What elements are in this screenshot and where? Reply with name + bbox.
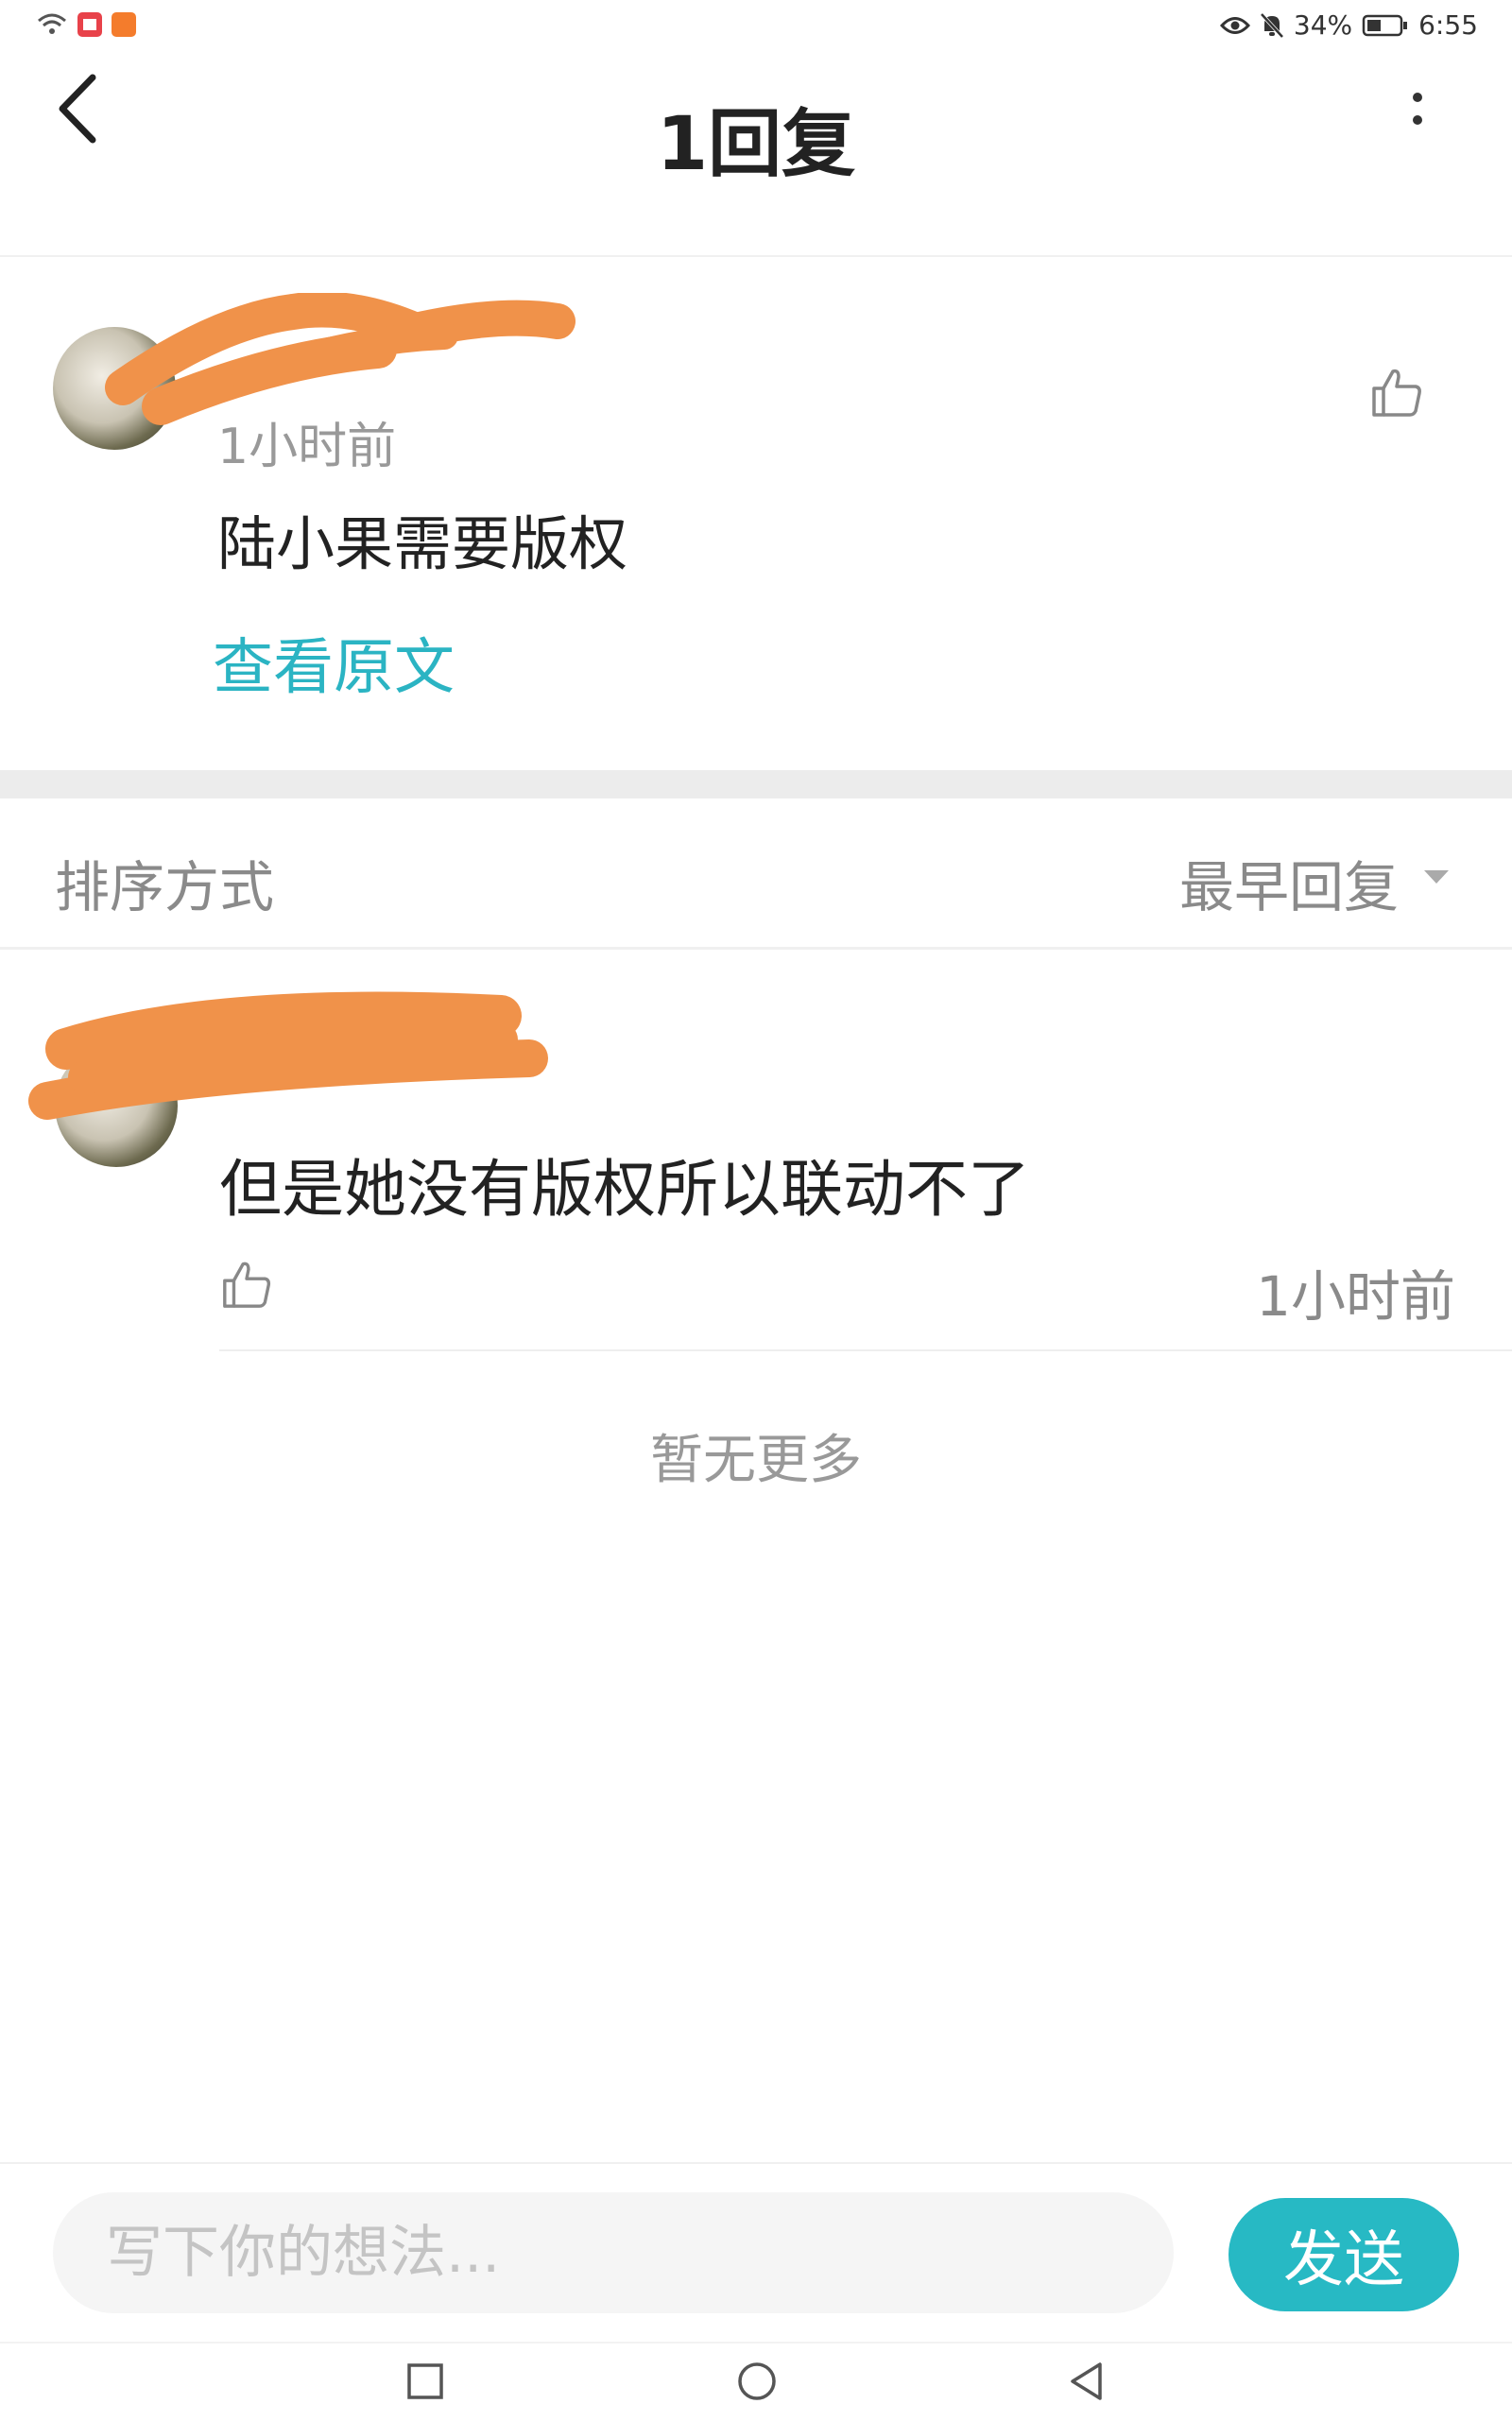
recent-apps-icon[interactable] <box>406 2362 444 2400</box>
thumbs-up-icon[interactable] <box>219 1257 274 1312</box>
page-title: 1回复 <box>656 102 856 187</box>
eye-icon <box>1219 16 1250 34</box>
thumbs-up-icon[interactable] <box>1368 364 1425 421</box>
no-more-text: 暂无更多 <box>650 1430 862 1491</box>
comment-input[interactable] <box>53 2192 1174 2313</box>
status-left-icons <box>36 11 136 38</box>
bell-off-icon <box>1260 12 1284 38</box>
battery-percent: 34% <box>1293 9 1353 41</box>
sort-selector[interactable]: 最早回复 <box>1179 843 1399 922</box>
section-divider <box>0 770 1512 798</box>
divider <box>219 1349 1512 1351</box>
caret-down-icon[interactable] <box>1422 867 1451 886</box>
wifi-icon <box>38 13 66 34</box>
battery-icon <box>1362 14 1408 36</box>
redacted-reply-username <box>28 983 558 1134</box>
home-icon[interactable] <box>736 2361 778 2402</box>
send-button[interactable]: 发送 <box>1228 2198 1459 2311</box>
more-vertical-icon[interactable] <box>1399 71 1436 156</box>
view-original-link[interactable]: 查看原文 <box>213 619 455 706</box>
sort-label: 排序方式 <box>55 855 275 919</box>
system-nav-bar <box>0 2342 1512 2421</box>
comment-text: 陆小果需要版权 <box>217 509 628 578</box>
taobao-icon <box>112 12 136 37</box>
divider <box>0 2162 1512 2164</box>
comment-time: 1小时前 <box>217 419 397 475</box>
back-triangle-icon[interactable] <box>1068 2361 1106 2402</box>
reply-text: 但是她没有版权所以联动不了 <box>219 1153 1030 1226</box>
app-notification-icon <box>77 12 102 37</box>
clock: 6:55 <box>1418 9 1478 41</box>
status-bar: 34% 6:55 <box>0 0 1512 57</box>
status-right: 34% 6:55 <box>1219 9 1478 41</box>
divider <box>0 947 1512 950</box>
reply-time: 1小时前 <box>1256 1264 1455 1329</box>
